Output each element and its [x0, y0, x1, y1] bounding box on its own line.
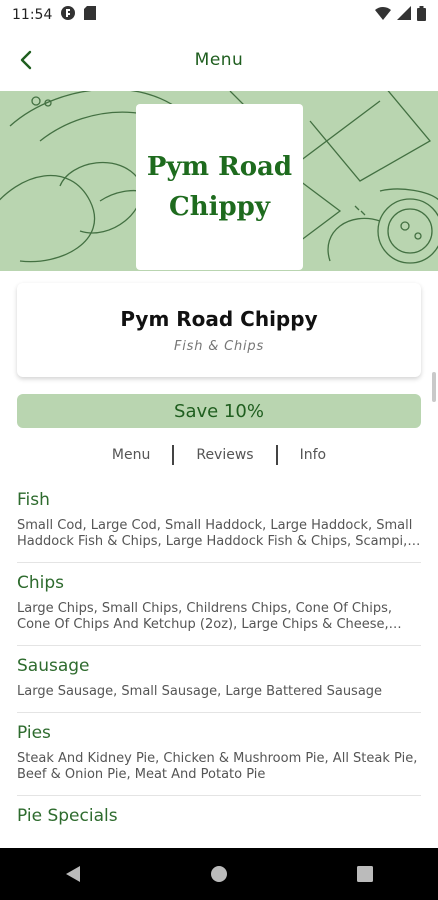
app-notification-icon — [60, 5, 76, 25]
menu-category-pie-specials[interactable]: Pie Specials — [17, 796, 421, 826]
menu-category-items: Steak And Kidney Pie, Chicken & Mushroom… — [17, 751, 418, 782]
home-circle-icon — [211, 866, 227, 882]
page-title: Menu — [194, 50, 244, 70]
menu-category-title: Sausage — [17, 656, 90, 676]
menu-category-title: Pies — [17, 723, 51, 743]
restaurant-name: Pym Road Chippy — [120, 306, 318, 331]
nav-home-button[interactable] — [189, 854, 249, 894]
nav-recents-button[interactable] — [335, 854, 395, 894]
menu-category-title: Pie Specials — [17, 806, 118, 826]
logo-text: Pym Road Chippy — [147, 147, 292, 227]
menu-category-pies[interactable]: Pies Steak And Kidney Pie, Chicken & Mus… — [17, 713, 421, 796]
menu-category-items: Large Chips, Small Chips, Childrens Chip… — [17, 601, 393, 632]
logo-line-2: Chippy — [169, 192, 270, 222]
sd-card-icon — [84, 6, 97, 24]
status-time: 11:54 — [12, 7, 53, 23]
section-tabs: Menu Reviews Info — [0, 444, 438, 466]
status-right — [375, 5, 426, 25]
menu-category-fish[interactable]: Fish Small Cod, Large Cod, Small Haddock… — [17, 480, 421, 563]
menu-category-chips[interactable]: Chips Large Chips, Small Chips, Children… — [17, 563, 421, 646]
menu-category-list: Fish Small Cod, Large Cod, Small Haddock… — [0, 480, 438, 834]
nav-back-button[interactable] — [43, 854, 103, 894]
menu-category-title: Chips — [17, 573, 65, 593]
battery-icon — [417, 5, 426, 25]
status-bar: 11:54 — [0, 0, 438, 30]
scrollbar[interactable] — [432, 372, 436, 402]
menu-category-title: Fish — [17, 490, 50, 510]
wifi-icon — [375, 6, 391, 24]
tab-reviews[interactable]: Reviews — [174, 447, 275, 463]
menu-category-sausage[interactable]: Sausage Large Sausage, Small Sausage, La… — [17, 646, 421, 713]
offer-banner[interactable]: Save 10% — [17, 394, 421, 428]
menu-category-items: Small Cod, Large Cod, Small Haddock, Lar… — [17, 518, 413, 549]
back-button[interactable] — [10, 44, 42, 76]
tab-info[interactable]: Info — [278, 447, 349, 463]
restaurant-category: Fish & Chips — [173, 338, 265, 354]
system-navigation-bar — [0, 848, 438, 900]
status-left: 11:54 — [12, 5, 97, 25]
logo-line-1: Pym Road — [146, 152, 293, 182]
tab-menu[interactable]: Menu — [90, 447, 172, 463]
menu-category-items: Large Sausage, Small Sausage, Large Batt… — [17, 684, 383, 699]
back-arrow-icon — [20, 50, 32, 70]
restaurant-info-card: Pym Road Chippy Fish & Chips — [17, 283, 421, 377]
back-triangle-icon — [66, 866, 80, 882]
recents-square-icon — [357, 866, 373, 882]
restaurant-logo: Pym Road Chippy — [136, 104, 303, 270]
app-bar: Menu — [0, 30, 438, 90]
signal-icon — [397, 6, 411, 24]
